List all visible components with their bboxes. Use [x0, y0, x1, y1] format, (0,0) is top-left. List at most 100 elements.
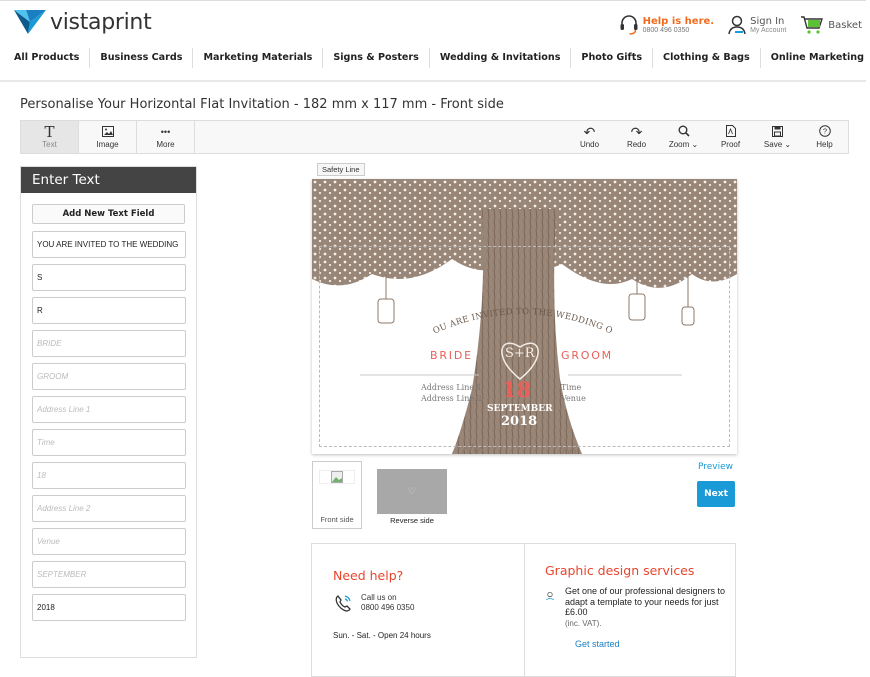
address-line-1-text: Address Line 1	[421, 383, 482, 392]
need-help-title: Need help?	[333, 568, 404, 583]
next-button[interactable]: Next	[697, 481, 735, 507]
nav-online-marketing[interactable]: Online Marketing	[761, 48, 870, 68]
designer-icon	[545, 591, 555, 601]
text-field[interactable]	[32, 264, 186, 291]
nav-business-cards[interactable]: Business Cards	[90, 48, 194, 68]
undo-button[interactable]: ↶ Undo	[566, 121, 613, 153]
enter-text-panel: Enter Text Add New Text Field	[20, 166, 197, 658]
design-canvas[interactable]: YOU ARE INVITED TO THE WEDDING OF S+R BR…	[312, 179, 737, 454]
venue-text: Venue	[561, 394, 586, 403]
more-tool-button[interactable]: ••• More	[137, 121, 195, 153]
basket-link[interactable]: Basket	[800, 15, 862, 35]
main-nav: All Products Business Cards Marketing Ma…	[4, 48, 870, 68]
sign-in-label: Sign In	[750, 16, 785, 27]
text-field[interactable]	[32, 297, 186, 324]
bride-text: BRIDE	[430, 349, 473, 362]
user-icon	[728, 15, 746, 35]
save-button[interactable]: Save ⌄	[754, 121, 801, 153]
text-field[interactable]	[32, 363, 186, 390]
proof-label: Proof	[720, 140, 741, 149]
help-link[interactable]: Help is here. 0800 496 0350	[619, 14, 715, 36]
address-line-2-text: Address Line 2	[421, 394, 482, 403]
heart-icon: ♡	[377, 469, 447, 514]
more-tool-label: More	[156, 140, 175, 149]
help-phone-number[interactable]: 0800 496 0350	[361, 603, 414, 613]
preview-link[interactable]: Preview	[698, 462, 733, 472]
undo-icon: ↶	[583, 124, 596, 140]
page-title: Personalise Your Horizontal Flat Invitat…	[20, 97, 504, 112]
groom-text: GROOM	[561, 349, 613, 362]
nav-marketing-materials[interactable]: Marketing Materials	[193, 48, 324, 68]
redo-icon: ↷	[630, 124, 643, 140]
help-button[interactable]: ? Help	[801, 121, 848, 153]
vistaprint-logo[interactable]: vistaprint	[14, 8, 152, 36]
save-icon	[772, 125, 783, 140]
zoom-icon	[678, 125, 690, 140]
text-tool-label: Text	[42, 140, 57, 149]
image-tool-button[interactable]: Image	[79, 121, 137, 153]
info-panel: Need help? Call us on 0800 496 0350 Sun.…	[311, 543, 736, 677]
reverse-side-label: Reverse side	[390, 516, 434, 525]
nav-wedding-invitations[interactable]: Wedding & Invitations	[430, 48, 572, 68]
add-text-field-button[interactable]: Add New Text Field	[32, 204, 185, 224]
text-field[interactable]	[32, 429, 186, 456]
help-icon: ?	[818, 125, 831, 140]
text-field[interactable]	[32, 396, 186, 423]
text-field[interactable]	[32, 561, 186, 588]
design-services-text: Get one of our professional designers to…	[564, 586, 726, 617]
month-text: SEPTEMBER	[487, 404, 553, 414]
front-side-label: Front side	[320, 515, 354, 524]
nav-photo-gifts[interactable]: Photo Gifts	[571, 48, 654, 68]
my-account-label: My Account	[750, 27, 787, 34]
image-icon	[101, 125, 114, 140]
get-started-link[interactable]: Get started	[575, 639, 620, 649]
help-title: Help is here.	[642, 16, 715, 27]
broken-image-icon	[319, 470, 355, 484]
front-side-thumbnail[interactable]: Front side	[312, 461, 362, 529]
text-icon: T	[44, 123, 55, 141]
design-services-title: Graphic design services	[545, 563, 695, 578]
phone-icon	[335, 595, 351, 612]
text-field[interactable]	[32, 495, 186, 522]
vat-note: (inc. VAT).	[564, 618, 602, 628]
top-border	[0, 0, 866, 1]
text-field[interactable]	[32, 231, 186, 258]
text-field[interactable]	[32, 594, 186, 621]
help-phone: 0800 496 0350	[642, 27, 690, 34]
proof-button[interactable]: Proof	[707, 121, 754, 153]
nav-signs-posters[interactable]: Signs & Posters	[323, 48, 430, 68]
headset-icon	[620, 15, 638, 35]
more-icon: •••	[160, 127, 171, 137]
text-field[interactable]	[32, 330, 186, 357]
redo-label: Redo	[626, 140, 647, 149]
text-tool-button[interactable]: T Text	[21, 121, 79, 153]
editor-toolbar: T Text Image ••• More ↶ Undo ↷ Redo Zoom…	[20, 120, 849, 154]
call-us-label: Call us on	[361, 593, 397, 602]
safety-line-label[interactable]: Safety Line	[317, 163, 365, 176]
initials-text: S+R	[505, 346, 535, 361]
text-field[interactable]	[32, 462, 186, 489]
svg-text:?: ?	[822, 127, 826, 136]
zoom-label: Zoom ⌄	[668, 140, 699, 149]
logo-text: vistaprint	[50, 9, 152, 35]
opening-hours: Sun. - Sat. - Open 24 hours	[333, 631, 431, 640]
nav-clothing-bags[interactable]: Clothing & Bags	[653, 48, 761, 68]
cart-icon	[801, 16, 824, 34]
redo-button[interactable]: ↷ Redo	[613, 121, 660, 153]
nav-divider	[0, 80, 866, 82]
zoom-button[interactable]: Zoom ⌄	[660, 121, 707, 153]
need-help-section: Need help? Call us on 0800 496 0350 Sun.…	[312, 544, 525, 676]
sign-in-link[interactable]: Sign In My Account	[728, 15, 786, 35]
reverse-side-thumbnail[interactable]: ♡ Reverse side	[377, 461, 447, 529]
panel-title: Enter Text	[21, 167, 196, 193]
nav-all-products[interactable]: All Products	[4, 48, 91, 68]
day-text: 18	[502, 377, 532, 402]
pdf-icon	[725, 125, 736, 140]
design-services-section: Graphic design services Get one of our p…	[525, 544, 735, 676]
help-label: Help	[816, 140, 833, 149]
text-field[interactable]	[32, 528, 186, 555]
year-text: 2018	[501, 414, 538, 429]
undo-label: Undo	[579, 140, 600, 149]
logo-icon	[14, 8, 46, 36]
save-label: Save ⌄	[763, 140, 792, 149]
